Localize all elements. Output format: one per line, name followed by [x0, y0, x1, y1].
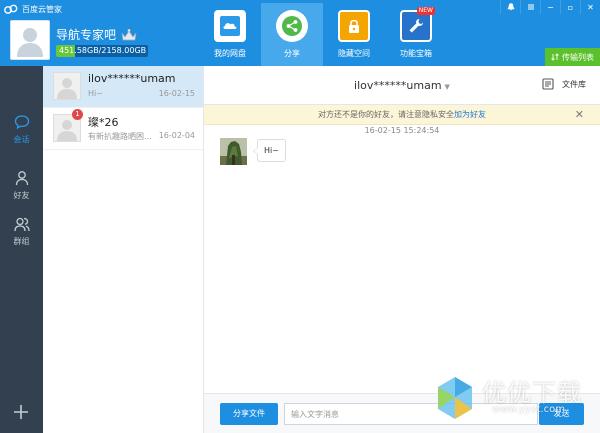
- file-library-button[interactable]: 文件库: [542, 78, 586, 90]
- conversation-item[interactable]: 1 璨*26 有新扒趣路晒困... 16-02-04: [43, 108, 203, 150]
- crown-vip-icon[interactable]: [121, 28, 137, 42]
- sidebar-item-groups[interactable]: 群组: [0, 210, 43, 252]
- storage-quota-text: 451.58GB/2158.00GB: [59, 46, 147, 55]
- notice-text: 对方还不是你的好友，请注意隐私安全: [318, 110, 454, 119]
- chat-input-bar: 分享文件 发送: [204, 393, 600, 433]
- send-button[interactable]: 发送: [539, 403, 584, 425]
- group-icon: [13, 217, 30, 231]
- tab-hidden-space[interactable]: 隐藏空间: [323, 3, 385, 66]
- sidebar-item-chats-label: 会话: [13, 134, 30, 144]
- tab-share-label: 分享: [284, 49, 300, 58]
- tab-toolbox[interactable]: NEW 功能宝箱: [385, 3, 447, 66]
- app-title: 百度云管家: [22, 4, 62, 14]
- chevron-down-icon[interactable]: ▼: [445, 83, 450, 91]
- sidebar-item-friends[interactable]: 好友: [0, 164, 43, 206]
- sidebar-item-friends-label: 好友: [13, 190, 30, 200]
- transfer-list-button[interactable]: 传输列表: [545, 48, 600, 66]
- left-sidebar: 会话 好友 群组: [0, 66, 43, 433]
- message-bubble: Hi~: [253, 139, 286, 162]
- sender-avatar[interactable]: [220, 138, 247, 165]
- app-title-bar: 百度云管家: [4, 2, 62, 16]
- share-file-button[interactable]: 分享文件: [220, 403, 278, 425]
- conversation-list: ilov******umam Hi~ 16-02-15 1 璨*26 有新扒趣路…: [43, 66, 204, 433]
- file-library-icon: [542, 78, 554, 90]
- sender-avatar-photo: [220, 138, 247, 165]
- sidebar-item-groups-label: 群组: [13, 236, 30, 246]
- conversation-name: ilov******umam: [88, 72, 176, 85]
- notification-icon[interactable]: [500, 0, 520, 14]
- main-nav: 我的网盘 分享 隐藏空间 NEW 功能宝箱: [199, 3, 447, 66]
- new-badge: NEW: [416, 7, 435, 15]
- file-library-label: 文件库: [562, 79, 586, 89]
- default-avatar-icon: [54, 73, 80, 99]
- storage-quota-bar: 451.58GB/2158.00GB: [56, 45, 148, 57]
- top-header: 百度云管家 − ▫ ✕ 导航专家吧 451.58GB/2158.00GB 我的网…: [0, 0, 600, 66]
- conversation-date: 16-02-04: [158, 131, 195, 140]
- unread-count-badge: 1: [72, 109, 83, 120]
- stranger-notice-bar: 对方还不是你的好友，请注意隐私安全加为好友 ✕: [204, 105, 600, 125]
- conversation-name: 璨*26: [88, 116, 119, 129]
- chat-header: ilov******umam ▼ 文件库: [204, 66, 600, 105]
- chat-title-text: ilov******umam: [354, 79, 442, 92]
- wrench-icon: NEW: [400, 7, 435, 42]
- conversation-item[interactable]: ilov******umam Hi~ 16-02-15: [43, 66, 203, 108]
- message-timestamp: 16-02-15 15:24:54: [364, 126, 440, 135]
- transfer-arrows-icon: [551, 53, 559, 61]
- minimize-button[interactable]: −: [540, 0, 560, 14]
- menu-icon[interactable]: [520, 0, 540, 14]
- person-icon: [15, 170, 28, 185]
- conversation-last-message: Hi~: [88, 89, 103, 98]
- chat-title[interactable]: ilov******umam ▼: [204, 79, 600, 92]
- tab-my-disk-label: 我的网盘: [214, 49, 246, 58]
- cloud-disk-icon: [214, 10, 246, 42]
- tab-toolbox-label: 功能宝箱: [400, 49, 432, 58]
- conversation-last-message: 有新扒趣路晒困...: [88, 132, 152, 141]
- username-text: 导航专家吧: [56, 28, 117, 42]
- close-button[interactable]: ✕: [580, 0, 600, 14]
- tab-share[interactable]: 分享: [261, 3, 323, 66]
- conversation-date: 16-02-15: [158, 89, 195, 98]
- close-icon[interactable]: ✕: [575, 105, 584, 125]
- default-avatar-icon: [11, 21, 49, 59]
- tab-hidden-space-label: 隐藏空间: [338, 49, 370, 58]
- conversation-avatar: [53, 72, 81, 100]
- add-friend-link[interactable]: 加为好友: [454, 110, 486, 119]
- lock-icon: [338, 10, 370, 42]
- user-avatar[interactable]: [10, 20, 50, 60]
- window-controls: − ▫ ✕: [500, 0, 600, 14]
- tab-my-disk[interactable]: 我的网盘: [199, 3, 261, 66]
- chat-bubble-icon: [14, 114, 29, 129]
- baidu-cloud-logo-icon: [4, 4, 18, 14]
- username: 导航专家吧: [56, 26, 137, 43]
- share-icon: [276, 10, 308, 42]
- plus-icon[interactable]: [12, 403, 30, 421]
- message-input[interactable]: [284, 403, 538, 425]
- sidebar-item-chats[interactable]: 会话: [0, 108, 43, 150]
- maximize-button[interactable]: ▫: [560, 0, 580, 14]
- chat-panel: ilov******umam ▼ 文件库 对方还不是你的好友，请注意隐私安全加为好…: [204, 66, 600, 433]
- transfer-list-label: 传输列表: [562, 52, 594, 62]
